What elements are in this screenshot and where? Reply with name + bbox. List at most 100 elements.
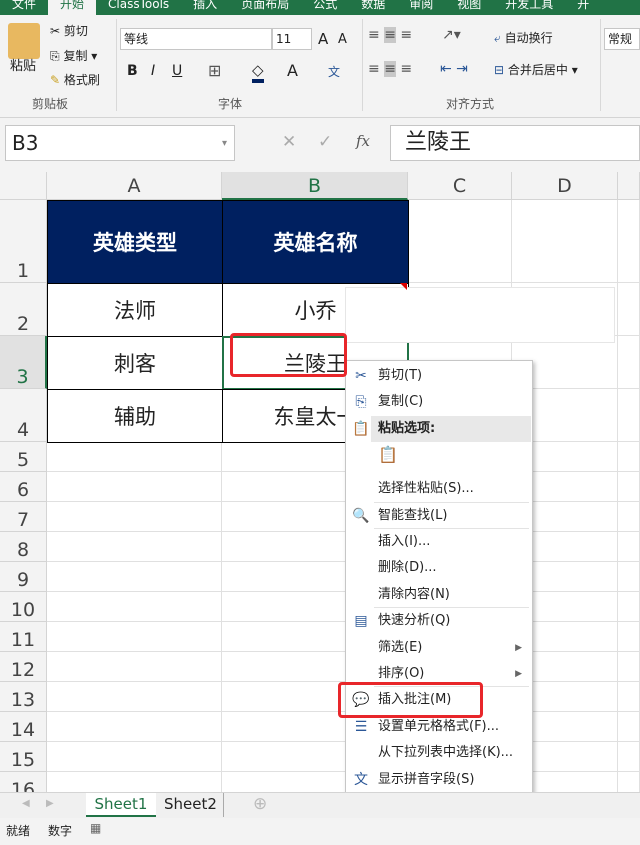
- cell[interactable]: [618, 712, 640, 742]
- add-sheet-icon[interactable]: ⊕: [253, 794, 267, 814]
- cell[interactable]: [47, 562, 222, 592]
- paste-button[interactable]: 粘贴: [10, 55, 36, 74]
- cell[interactable]: [47, 442, 222, 472]
- cell[interactable]: [618, 389, 640, 442]
- scroll-right-icon[interactable]: ▶: [46, 798, 54, 809]
- cell[interactable]: [47, 652, 222, 682]
- column-header[interactable]: B: [222, 172, 408, 200]
- menu-item[interactable]: 插入(I)...: [346, 529, 532, 555]
- grow-font-button[interactable]: A: [318, 30, 328, 48]
- cell[interactable]: [618, 532, 640, 562]
- ribbon-tab[interactable]: 视图: [445, 0, 493, 15]
- cell[interactable]: [618, 622, 640, 652]
- cut-button[interactable]: ✂ 剪切: [50, 22, 88, 39]
- row-header[interactable]: 13: [0, 682, 47, 712]
- merge-center-button[interactable]: ⊟ 合并后居中 ▾: [494, 61, 578, 78]
- cell[interactable]: [47, 622, 222, 652]
- row-header[interactable]: 5: [0, 442, 47, 472]
- ribbon-tab[interactable]: ClassTools: [96, 0, 181, 15]
- menu-item[interactable]: 📋: [346, 442, 532, 468]
- cell[interactable]: [618, 682, 640, 712]
- row-header[interactable]: 15: [0, 742, 47, 772]
- cell[interactable]: [618, 472, 640, 502]
- name-box[interactable]: B3: [5, 125, 235, 161]
- row-header[interactable]: 9: [0, 562, 47, 592]
- cell[interactable]: [618, 200, 640, 283]
- ribbon-tab[interactable]: 公式: [301, 0, 349, 15]
- row-header[interactable]: 10: [0, 592, 47, 622]
- menu-item[interactable]: 删除(D)...: [346, 555, 532, 581]
- row-header[interactable]: 8: [0, 532, 47, 562]
- number-format-select[interactable]: 常规: [604, 28, 640, 50]
- row-header[interactable]: 7: [0, 502, 47, 532]
- menu-item[interactable]: 文显示拼音字段(S): [346, 767, 532, 793]
- phonetic-icon[interactable]: 文: [328, 63, 340, 80]
- ribbon-tab[interactable]: 审阅: [397, 0, 445, 15]
- formula-input[interactable]: 兰陵王: [390, 125, 640, 161]
- menu-item[interactable]: ☰ 设置单元格格式(F)...: [346, 714, 532, 740]
- orientation-icon[interactable]: ↗▾: [442, 27, 461, 43]
- cancel-icon[interactable]: ✕: [282, 132, 296, 152]
- fill-color-icon[interactable]: ◇: [252, 61, 264, 83]
- column-header[interactable]: [618, 172, 640, 200]
- ribbon-tab[interactable]: 文件: [0, 0, 48, 15]
- format-painter-button[interactable]: ✎ 格式刷: [50, 71, 100, 88]
- indent-icon[interactable]: ⇤ ⇥: [440, 61, 468, 77]
- menu-item[interactable]: ▤ 快速分析(Q): [346, 608, 532, 634]
- font-size-select[interactable]: 11: [272, 28, 312, 50]
- row-header[interactable]: 6: [0, 472, 47, 502]
- menu-item[interactable]: 选择性粘贴(S)...: [346, 476, 532, 502]
- row-header[interactable]: 14: [0, 712, 47, 742]
- cell[interactable]: [47, 742, 222, 772]
- table-cell[interactable]: 辅助: [47, 389, 223, 443]
- table-header-cell[interactable]: 英雄名称: [222, 200, 409, 284]
- cell[interactable]: [618, 336, 640, 389]
- name-box-dropdown-icon[interactable]: ▾: [222, 138, 227, 149]
- font-color-button[interactable]: A: [287, 61, 298, 80]
- menu-item[interactable]: 🔍 智能查找(L): [346, 503, 532, 529]
- table-cell[interactable]: 刺客: [47, 336, 223, 390]
- cell[interactable]: [618, 592, 640, 622]
- column-header[interactable]: C: [408, 172, 512, 200]
- scroll-left-icon[interactable]: ◀: [22, 798, 30, 809]
- ribbon-tab[interactable]: 开始: [48, 0, 97, 15]
- cell[interactable]: [47, 532, 222, 562]
- copy-button[interactable]: ⎘ 复制 ▾: [50, 47, 97, 64]
- cell[interactable]: [512, 200, 618, 283]
- cell[interactable]: [47, 682, 222, 712]
- menu-item[interactable]: 清除内容(N): [346, 582, 532, 608]
- row-header[interactable]: 12: [0, 652, 47, 682]
- underline-button[interactable]: U: [172, 63, 182, 79]
- ribbon-tab[interactable]: 插入: [181, 0, 229, 15]
- paste-icon[interactable]: [8, 23, 40, 59]
- cell[interactable]: [408, 200, 512, 283]
- row-header[interactable]: 3: [0, 336, 47, 389]
- ribbon-tab[interactable]: 开发工具: [493, 0, 565, 15]
- shrink-font-button[interactable]: A: [338, 32, 347, 47]
- column-header[interactable]: A: [47, 172, 222, 200]
- insert-function-icon[interactable]: fx: [356, 132, 370, 150]
- menu-item[interactable]: ✂ 剪切(T): [346, 363, 532, 389]
- cell[interactable]: [47, 502, 222, 532]
- sheet-tab-sheet1[interactable]: Sheet1: [86, 793, 156, 817]
- row-header[interactable]: 11: [0, 622, 47, 652]
- bold-button[interactable]: B: [127, 63, 138, 79]
- table-cell[interactable]: 法师: [47, 283, 223, 337]
- align-top-icon[interactable]: ≡ ≡ ≡: [368, 27, 412, 43]
- cell[interactable]: [47, 712, 222, 742]
- ribbon-tab[interactable]: 开: [565, 0, 601, 15]
- row-header[interactable]: 2: [0, 283, 47, 336]
- border-icon[interactable]: ⊞: [208, 61, 221, 80]
- ribbon-tab[interactable]: 页面布局: [229, 0, 301, 15]
- column-header[interactable]: D: [512, 172, 618, 200]
- cell[interactable]: [618, 742, 640, 772]
- align-left-icon[interactable]: ≡ ≡ ≡: [368, 61, 412, 77]
- menu-item[interactable]: 从下拉列表中选择(K)...: [346, 740, 532, 766]
- cell[interactable]: [618, 562, 640, 592]
- select-all-corner[interactable]: [0, 172, 47, 200]
- italic-button[interactable]: I: [151, 63, 155, 79]
- cell[interactable]: [618, 652, 640, 682]
- row-header[interactable]: 4: [0, 389, 47, 442]
- sheet-tab-sheet2[interactable]: Sheet2: [158, 793, 224, 817]
- row-header[interactable]: 1: [0, 200, 47, 283]
